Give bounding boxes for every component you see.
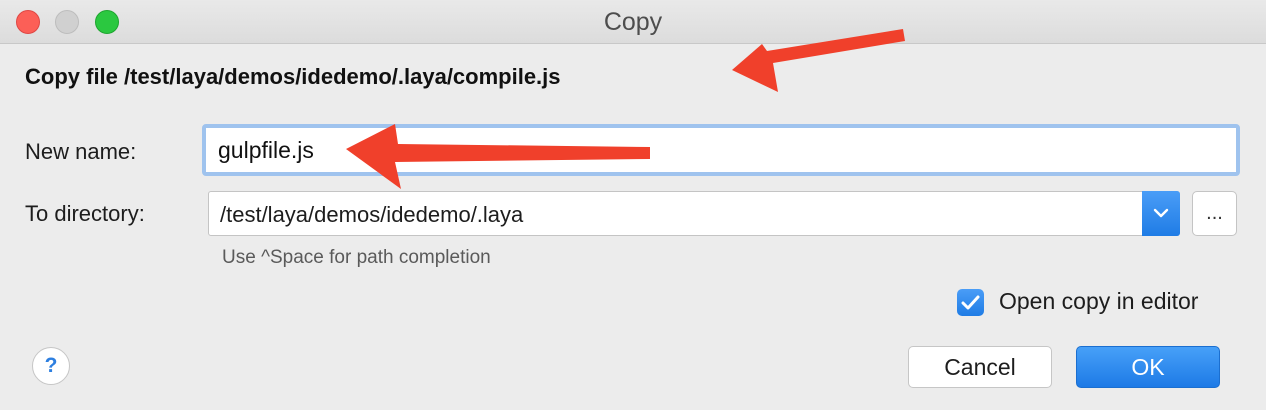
- annotation-arrow-heading: [732, 29, 905, 92]
- annotation-arrows: [346, 29, 905, 189]
- annotation-arrow-name-field: [346, 124, 650, 189]
